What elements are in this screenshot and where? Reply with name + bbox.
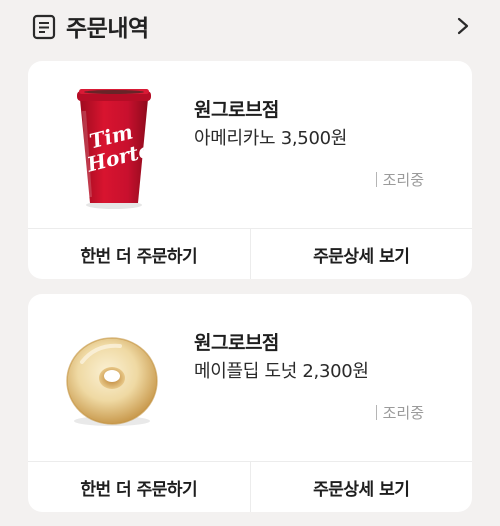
status-badge: 조리중: [375, 402, 424, 423]
reorder-button[interactable]: 한번 더 주문하기: [28, 462, 250, 512]
chevron-right-icon[interactable]: [456, 16, 470, 36]
order-card: Tim Hortons 원그로브점 아메리카노 3,500원 조리중 한번 더 …: [28, 61, 472, 279]
order-item-summary: 메이플딥 도넛 2,300원: [194, 361, 369, 382]
status-divider: [375, 405, 377, 420]
order-history-header: 주문내역: [0, 0, 500, 52]
status-label: 조리중: [382, 404, 424, 422]
order-card: 원그로브점 메이플딥 도넛 2,300원 조리중 한번 더 주문하기 주문상세 …: [28, 294, 472, 512]
order-item-summary: 아메리카노 3,500원: [194, 128, 348, 149]
status-divider: [375, 172, 377, 187]
order-actions: 한번 더 주문하기 주문상세 보기: [28, 228, 472, 279]
status-badge: 조리중: [375, 169, 424, 190]
maple-dip-donut-image: [66, 337, 158, 426]
status-label: 조리중: [382, 171, 424, 189]
page-title: 주문내역: [66, 16, 149, 42]
order-detail-button[interactable]: 주문상세 보기: [249, 462, 473, 512]
tim-hortons-cup-image: Tim Hortons: [77, 89, 162, 209]
store-name: 원그로브점: [194, 99, 279, 121]
receipt-list-icon: [32, 14, 56, 40]
order-detail-button[interactable]: 주문상세 보기: [249, 229, 473, 279]
store-name: 원그로브점: [194, 332, 279, 354]
order-actions: 한번 더 주문하기 주문상세 보기: [28, 461, 472, 512]
reorder-button[interactable]: 한번 더 주문하기: [28, 229, 250, 279]
